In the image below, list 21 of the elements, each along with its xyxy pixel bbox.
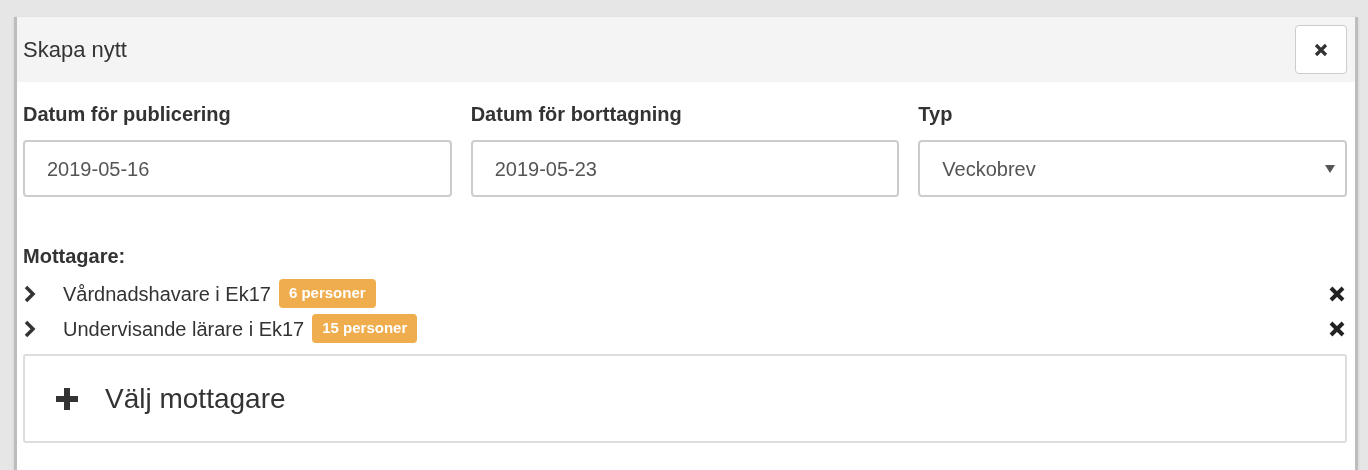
add-recipient-button[interactable]: Välj mottagare: [23, 354, 1347, 443]
count-badge: 15 personer: [312, 314, 418, 343]
recipient-name: Undervisande lärare i Ek17: [63, 316, 305, 342]
recipients-label: Mottagare:: [23, 244, 127, 268]
date-field[interactable]: 2019-05-16: [23, 140, 452, 197]
count-badge: 6 personer: [278, 279, 376, 308]
field-label: Typ: [918, 102, 954, 126]
chevron-icon[interactable]: [23, 319, 37, 338]
field-label: Datum för publicering: [23, 102, 232, 126]
remove-icon[interactable]: [1329, 285, 1345, 302]
remove-icon[interactable]: [1329, 320, 1345, 337]
plus-icon: [55, 386, 79, 411]
close-icon: [1314, 42, 1328, 57]
dropdown-arrow-icon: [1325, 163, 1335, 174]
chevron-icon[interactable]: [23, 284, 37, 303]
type-select[interactable]: Veckobrev: [918, 140, 1347, 197]
date-field[interactable]: 2019-05-23: [470, 140, 900, 197]
dialog-title: Skapa nytt: [23, 36, 127, 64]
field-label: Datum för borttagning: [470, 102, 683, 126]
close-button[interactable]: [1295, 25, 1347, 74]
recipient-name: Vårdnadshavare i Ek17: [63, 281, 271, 307]
